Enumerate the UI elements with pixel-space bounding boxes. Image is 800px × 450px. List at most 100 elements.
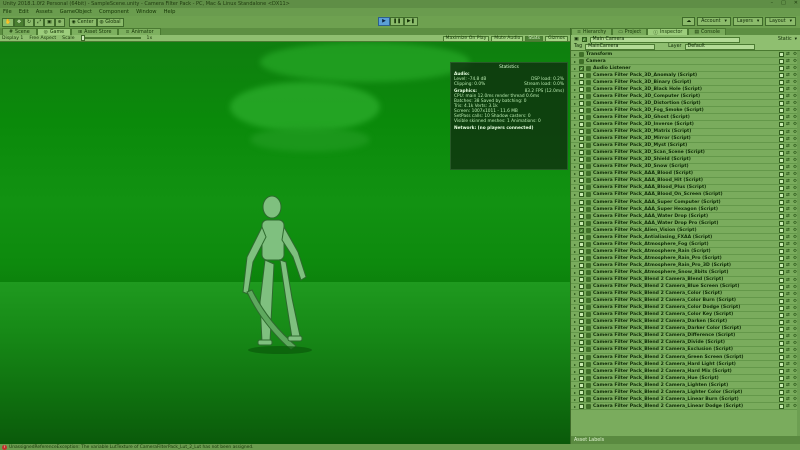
help-icon[interactable] xyxy=(779,108,784,114)
help-icon[interactable] xyxy=(779,340,784,346)
preset-icon[interactable]: ⇄ xyxy=(786,348,791,353)
close-icon[interactable]: ✕ xyxy=(794,0,798,6)
preset-icon[interactable]: ⇄ xyxy=(786,52,791,57)
component-row[interactable]: ▸ Camera Filter Pack_Atmosphere_Rain_Pro … xyxy=(571,255,800,263)
preset-icon[interactable]: ⇄ xyxy=(786,228,791,233)
help-icon[interactable] xyxy=(779,164,784,170)
preset-icon[interactable]: ⇄ xyxy=(786,137,791,142)
layers-dropdown[interactable]: Layers ▾ xyxy=(732,17,764,26)
component-enabled-checkbox[interactable] xyxy=(579,150,584,156)
component-row[interactable]: ▸ Camera Filter Pack_Atmosphere_Rain_Pro_… xyxy=(571,262,800,270)
preset-icon[interactable]: ⇄ xyxy=(786,200,791,205)
component-row[interactable]: ▸ Camera Filter Pack_Blend 2 Camera_Color… xyxy=(571,312,800,319)
preset-icon[interactable]: ⇄ xyxy=(786,151,791,156)
component-row[interactable]: ▸ Camera Filter Pack_Blend 2 Camera_Darke… xyxy=(571,319,800,326)
preset-icon[interactable]: ⇄ xyxy=(786,256,791,261)
component-enabled-checkbox[interactable]: ✓ xyxy=(579,65,584,71)
preset-icon[interactable]: ⇄ xyxy=(786,313,791,318)
help-icon[interactable] xyxy=(779,326,784,332)
preset-icon[interactable]: ⇄ xyxy=(786,66,791,71)
move-tool-button[interactable]: ✥ xyxy=(13,17,25,27)
rotate-tool-button[interactable]: ↻ xyxy=(24,17,35,27)
tab-asset-store[interactable]: ⊞ Asset Store xyxy=(71,28,119,35)
component-row[interactable]: ▸ Camera Filter Pack_Blend 2 Camera_Light… xyxy=(571,382,800,390)
help-icon[interactable] xyxy=(779,355,784,361)
component-enabled-checkbox[interactable] xyxy=(579,262,584,268)
component-enabled-checkbox[interactable] xyxy=(579,361,584,367)
preset-icon[interactable]: ⇄ xyxy=(786,404,791,409)
mute-audio-toggle[interactable]: Mute Audio xyxy=(491,35,524,42)
component-row[interactable]: ▸ ✓ Audio Listener ⇄ ⚙ xyxy=(571,65,800,73)
preset-icon[interactable]: ⇄ xyxy=(786,320,791,325)
minimize-icon[interactable]: – xyxy=(771,0,774,6)
preset-icon[interactable]: ⇄ xyxy=(786,376,791,381)
layer-dropdown[interactable]: Default xyxy=(684,43,755,50)
component-row[interactable]: ▸ Camera Filter Pack_Blend 2 Camera_Diffe… xyxy=(571,333,800,340)
component-row[interactable]: ▸ Camera Filter Pack_3D_Distortion (Scrip… xyxy=(571,100,800,108)
preset-icon[interactable]: ⇄ xyxy=(786,249,791,254)
preset-icon[interactable]: ⇄ xyxy=(786,285,791,290)
component-row[interactable]: ▸ ✓ Camera Filter Pack_Alien_Vision (Scrip… xyxy=(571,227,800,235)
component-enabled-checkbox[interactable] xyxy=(579,192,584,198)
object-name-field[interactable]: Main Camera xyxy=(589,36,740,43)
component-row[interactable]: ▸ Camera Filter Pack_AAA_Water Drop Pro (… xyxy=(571,220,800,228)
slider-thumb[interactable] xyxy=(80,35,85,41)
aspect-dropdown[interactable]: Free Aspect xyxy=(29,36,56,41)
preset-icon[interactable]: ⇄ xyxy=(786,362,791,367)
preset-icon[interactable]: ⇄ xyxy=(786,186,791,191)
menu-component[interactable]: Component xyxy=(99,9,129,15)
help-icon[interactable] xyxy=(779,404,784,410)
component-row[interactable]: ▸ Camera Filter Pack_3D_Inverse (Script) ⇄… xyxy=(571,121,800,129)
preset-icon[interactable]: ⇄ xyxy=(786,179,791,184)
component-row[interactable]: ▸ Camera Filter Pack_AAA_Blood_On_Screen … xyxy=(571,192,800,199)
preset-icon[interactable]: ⇄ xyxy=(786,130,791,135)
component-row[interactable]: ▸ Camera ⇄ ⚙ xyxy=(571,58,800,66)
help-icon[interactable] xyxy=(779,143,784,149)
game-viewport[interactable]: Statistics Audio: Level: -74.8 dB DSP loa… xyxy=(0,42,570,444)
preset-icon[interactable]: ⇄ xyxy=(786,59,791,64)
preset-icon[interactable]: ⇄ xyxy=(786,383,791,388)
component-row[interactable]: ▸ Camera Filter Pack_Blend 2 Camera_Linea… xyxy=(571,403,800,411)
preset-icon[interactable]: ⇄ xyxy=(786,115,791,120)
status-bar[interactable]: ! UnassignedReferenceException: The vari… xyxy=(0,444,800,450)
help-icon[interactable] xyxy=(779,305,784,311)
component-enabled-checkbox[interactable] xyxy=(579,389,584,395)
maximize-icon[interactable]: □ xyxy=(781,0,786,6)
help-icon[interactable] xyxy=(779,256,784,262)
component-row[interactable]: ▸ Camera Filter Pack_Blend 2 Camera_Color… xyxy=(571,291,800,298)
component-enabled-checkbox[interactable] xyxy=(579,93,584,99)
stats-toggle[interactable]: Stats xyxy=(525,35,544,42)
component-enabled-checkbox[interactable] xyxy=(579,305,584,311)
help-icon[interactable] xyxy=(779,101,784,107)
preset-icon[interactable]: ⇄ xyxy=(786,214,791,219)
component-enabled-checkbox[interactable] xyxy=(579,129,584,135)
component-enabled-checkbox[interactable] xyxy=(579,79,584,85)
tab-inspector[interactable]: ⓘ Inspector xyxy=(647,28,689,36)
component-row[interactable]: ▸ Camera Filter Pack_Atmosphere_Rain (Scr… xyxy=(571,248,800,256)
menu-window[interactable]: Window xyxy=(136,9,156,15)
preset-icon[interactable]: ⇄ xyxy=(786,221,791,226)
tab-project[interactable]: ▭ Project xyxy=(612,28,648,35)
component-enabled-checkbox[interactable] xyxy=(579,277,584,283)
preset-icon[interactable]: ⇄ xyxy=(786,94,791,99)
component-row[interactable]: ▸ Camera Filter Pack_AAA_Blood_Hit (Scrip… xyxy=(571,178,800,185)
tab-hierarchy[interactable]: ≡ Hierarchy xyxy=(571,28,613,35)
preset-icon[interactable]: ⇄ xyxy=(786,299,791,304)
help-icon[interactable] xyxy=(779,376,784,382)
help-icon[interactable] xyxy=(779,298,784,304)
scale-tool-button[interactable]: ⤢ xyxy=(34,17,45,27)
component-enabled-checkbox[interactable] xyxy=(579,220,584,226)
component-enabled-checkbox[interactable] xyxy=(579,121,584,127)
step-button[interactable]: ▶❚ xyxy=(404,17,418,26)
transform-tool-button[interactable]: ⊕ xyxy=(54,17,65,27)
component-enabled-checkbox[interactable] xyxy=(579,213,584,219)
component-enabled-checkbox[interactable] xyxy=(579,114,584,120)
component-row[interactable]: ▸ Camera Filter Pack_Blend 2 Camera_Blue … xyxy=(571,284,800,291)
help-icon[interactable] xyxy=(779,185,784,191)
display-dropdown[interactable]: Display 1 xyxy=(2,36,23,41)
preset-icon[interactable]: ⇄ xyxy=(786,369,791,374)
component-enabled-checkbox[interactable] xyxy=(579,72,584,78)
help-icon[interactable] xyxy=(779,122,784,128)
preset-icon[interactable]: ⇄ xyxy=(786,242,791,247)
help-icon[interactable] xyxy=(779,277,784,283)
